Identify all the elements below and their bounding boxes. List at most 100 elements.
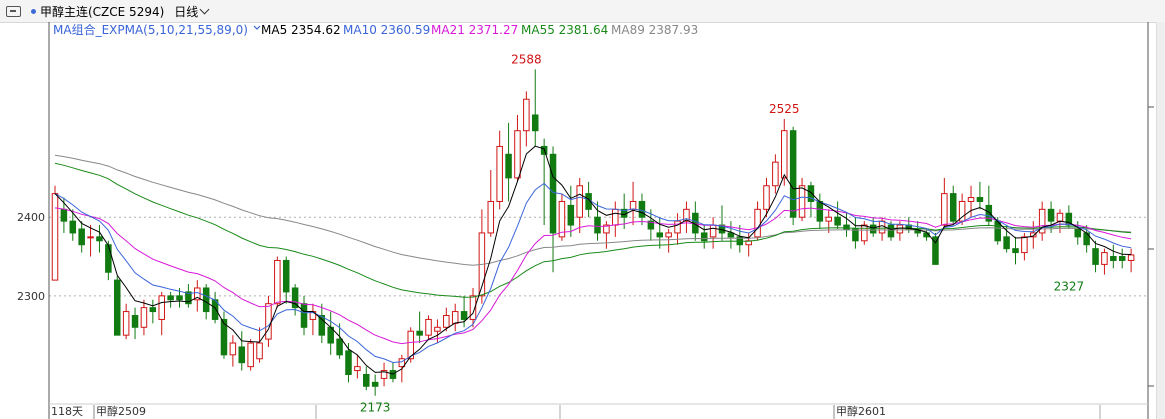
candle-body[interactable] <box>149 307 157 313</box>
candle-body[interactable] <box>1092 248 1099 265</box>
line-ma5 <box>54 145 1132 375</box>
candle-body[interactable] <box>87 236 94 239</box>
legend-ma21: MA21 2371.27 <box>431 23 518 37</box>
candle-body[interactable] <box>781 130 788 179</box>
candle-body[interactable] <box>354 366 361 372</box>
candle-body[interactable] <box>105 244 112 273</box>
candle-body[interactable] <box>460 311 468 320</box>
candle-body[interactable] <box>69 220 77 234</box>
candle-body[interactable] <box>1003 236 1010 250</box>
candle-body[interactable] <box>371 381 379 387</box>
candle-body[interactable] <box>638 200 646 218</box>
candle-body[interactable] <box>274 259 281 305</box>
candle-body[interactable] <box>674 220 681 234</box>
candle-body[interactable] <box>1012 248 1019 254</box>
candle-body[interactable] <box>496 145 503 202</box>
candle-body[interactable] <box>576 185 583 218</box>
candle-body[interactable] <box>131 315 139 328</box>
candle-body[interactable] <box>443 315 450 328</box>
candle-body[interactable] <box>594 216 601 234</box>
candle-body[interactable] <box>1118 256 1126 261</box>
candle-body[interactable] <box>425 318 432 336</box>
candle-body[interactable] <box>202 287 210 313</box>
contract-label: 甲醇2509 <box>96 404 146 418</box>
candle-body[interactable] <box>434 326 441 332</box>
candle-body[interactable] <box>869 224 877 234</box>
candle-body[interactable] <box>1021 236 1028 254</box>
candle-body[interactable] <box>1110 256 1117 261</box>
candle-body[interactable] <box>514 130 521 179</box>
candle-body[interactable] <box>1127 254 1135 261</box>
candle-body[interactable] <box>549 153 557 234</box>
legend-ma10: MA10 2360.59 <box>343 23 430 37</box>
candle-body[interactable] <box>336 338 343 356</box>
candle-body[interactable] <box>887 224 895 238</box>
candle-body[interactable] <box>363 373 370 387</box>
candle-body[interactable] <box>941 193 948 226</box>
vertical-scrollbar[interactable] <box>1156 22 1165 419</box>
candle-body[interactable] <box>345 350 352 375</box>
candle-body[interactable] <box>229 342 237 356</box>
candle-body[interactable] <box>949 193 957 222</box>
contract-label: 甲醇2601 <box>836 404 886 418</box>
candle-body[interactable] <box>60 208 68 222</box>
candle-body[interactable] <box>772 161 779 187</box>
candle-body[interactable] <box>318 315 326 336</box>
candle-body[interactable] <box>896 224 904 234</box>
extreme-label: 2173 <box>360 401 391 415</box>
extreme-label: 2525 <box>769 102 800 116</box>
candle-body[interactable] <box>140 307 148 328</box>
candle-body[interactable] <box>265 303 272 340</box>
candle-body[interactable] <box>282 259 290 293</box>
candle-body[interactable] <box>416 330 423 336</box>
candle-body[interactable] <box>709 224 717 238</box>
candle-body[interactable] <box>505 153 512 179</box>
extreme-label: 2327 <box>1054 280 1085 294</box>
candle-body[interactable] <box>825 216 832 222</box>
line-ma89 <box>54 154 1132 266</box>
candle-body[interactable] <box>816 200 824 222</box>
candle-body[interactable] <box>451 311 459 324</box>
line-ma55 <box>54 162 1132 298</box>
candle-body[interactable] <box>629 200 637 210</box>
candle-body[interactable] <box>612 208 619 226</box>
candle-body[interactable] <box>247 342 254 368</box>
candle-body[interactable] <box>1101 252 1108 265</box>
candle-body[interactable] <box>798 185 806 218</box>
candle-body[interactable] <box>300 303 308 328</box>
candle-body[interactable] <box>158 295 165 320</box>
candle-body[interactable] <box>113 279 121 336</box>
candle-body[interactable] <box>1056 212 1064 222</box>
candle-body[interactable] <box>238 346 246 364</box>
candle-body[interactable] <box>531 114 539 132</box>
candlestick-chart[interactable]: 2300 2400 2588 2525 2173 2327 118天 甲醇2509 甲醇260… <box>0 0 1157 419</box>
candle-body[interactable] <box>523 98 530 132</box>
candle-body[interactable] <box>78 228 85 246</box>
extreme-label: 2588 <box>511 52 542 66</box>
candle-body[interactable] <box>176 295 183 301</box>
y-tick-label-2300: 2300 <box>17 290 45 303</box>
candle-body[interactable] <box>167 295 174 301</box>
candle-body[interactable] <box>967 197 975 202</box>
candle-body[interactable] <box>834 216 841 226</box>
candle-body[interactable] <box>852 228 859 242</box>
candle-body[interactable] <box>1047 208 1055 222</box>
candle-body[interactable] <box>700 232 708 242</box>
candle-body[interactable] <box>256 342 263 360</box>
candle-body[interactable] <box>1074 228 1082 238</box>
candle-body[interactable] <box>861 224 868 242</box>
indicator-name[interactable]: MA组合_EXPMA(5,10,21,55,89,0) <box>53 22 248 37</box>
candle-body[interactable] <box>51 193 59 281</box>
candle-body[interactable] <box>487 200 495 234</box>
candle-body[interactable] <box>763 185 770 210</box>
candle-body[interactable] <box>665 232 672 238</box>
candle-body[interactable] <box>96 236 103 242</box>
legend-ma55: MA55 2381.64 <box>521 23 608 37</box>
chevron-down-icon[interactable] <box>253 25 261 30</box>
candle-body[interactable] <box>122 311 130 336</box>
candle-body[interactable] <box>754 208 761 238</box>
candle-body[interactable] <box>976 197 984 202</box>
candle-body[interactable] <box>656 232 664 238</box>
candle-body[interactable] <box>567 204 575 226</box>
candle-body[interactable] <box>789 130 797 218</box>
